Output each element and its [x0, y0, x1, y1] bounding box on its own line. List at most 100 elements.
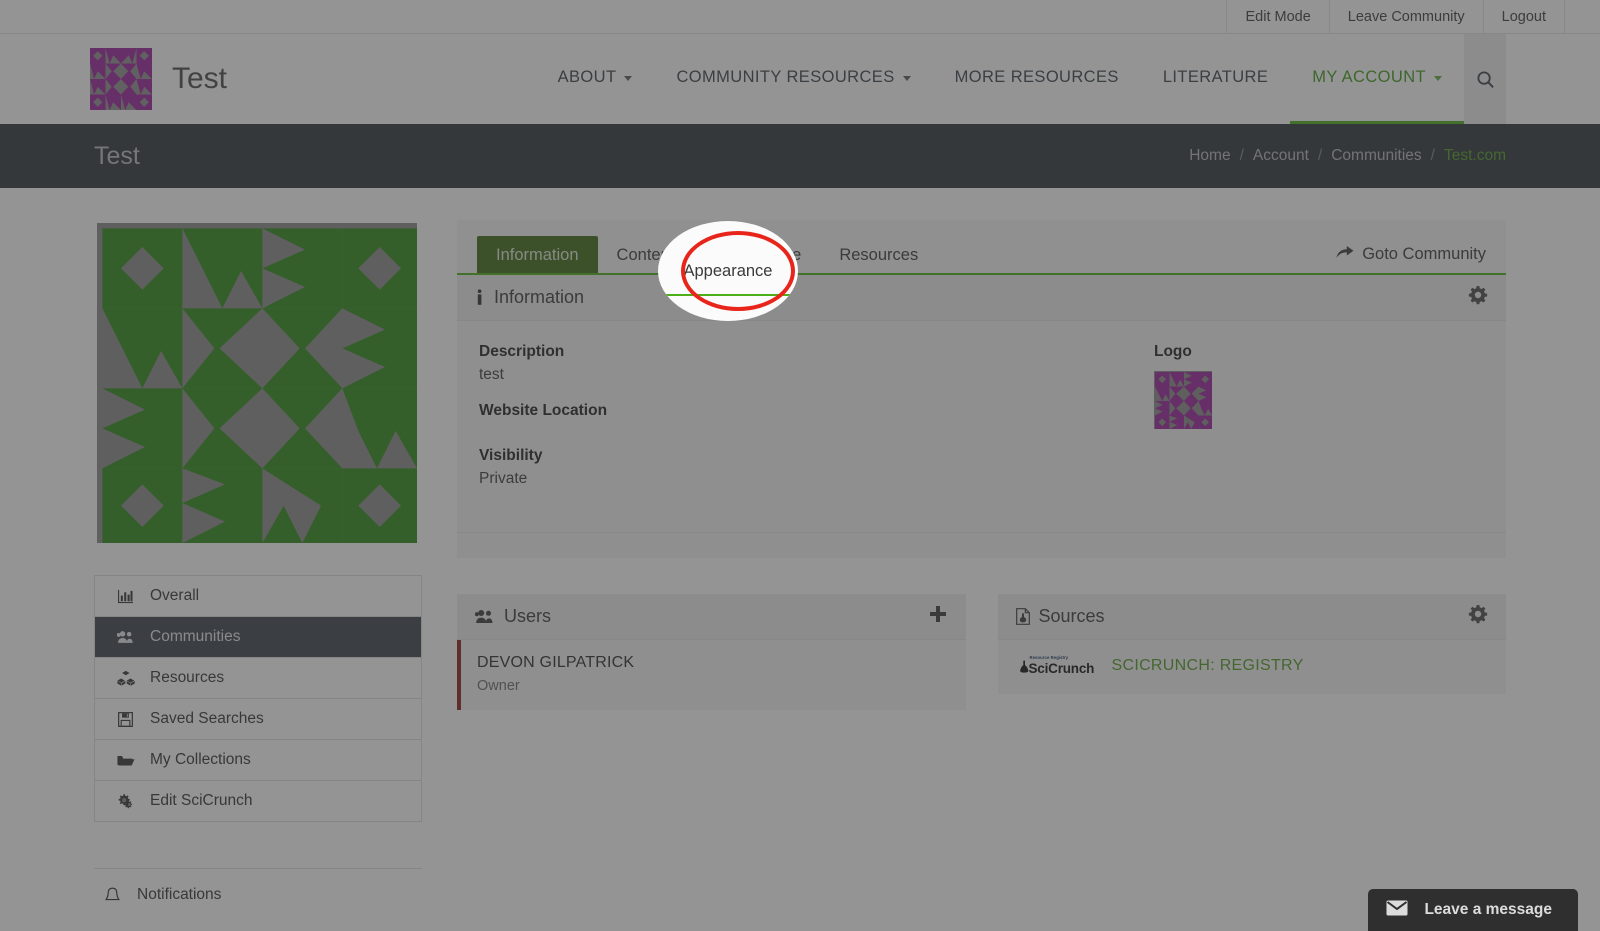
tab-information[interactable]: Information	[477, 236, 598, 273]
breadcrumb-separator: /	[1430, 147, 1435, 164]
user-name: DEVON GILPATRICK	[477, 654, 635, 671]
spotlight-tab-underline	[658, 294, 798, 296]
sidebar-item-my-collections[interactable]: My Collections	[95, 740, 421, 781]
information-panel-footer	[457, 532, 1506, 558]
utility-link-logout[interactable]: Logout	[1482, 0, 1564, 33]
users-icon	[115, 630, 136, 644]
chevron-down-icon	[624, 76, 633, 81]
cubes-icon	[115, 670, 136, 686]
sidebar-item-saved-searches[interactable]: Saved Searches	[95, 699, 421, 740]
nav-item-label: MY ACCOUNT	[1312, 68, 1426, 86]
file-flask-icon	[1015, 608, 1030, 625]
table-row[interactable]: DEVON GILPATRICK Owner	[457, 640, 966, 710]
page-header: Test Home / Account / Communities / Test…	[0, 124, 1600, 188]
breadcrumb-item-current[interactable]: Test.com	[1444, 147, 1506, 165]
goto-community-link[interactable]: Goto Community	[1336, 245, 1486, 273]
information-panel-title: Information	[494, 287, 585, 307]
source-name: SCICRUNCH: REGISTRY	[1111, 657, 1304, 675]
spotlight-highlight: Appearance	[658, 221, 798, 321]
sidebar-item-overall[interactable]: Overall	[95, 576, 421, 617]
folder-open-icon	[115, 753, 136, 767]
utility-link-leave-community[interactable]: Leave Community	[1328, 0, 1483, 33]
information-panel-tools	[1468, 285, 1488, 310]
search-icon[interactable]	[1464, 34, 1506, 124]
masthead: Test ABOUT COMMUNITY RESOURCES MORE RESO…	[0, 34, 1600, 124]
users-icon	[475, 609, 495, 624]
sidebar-item-resources[interactable]: Resources	[95, 658, 421, 699]
sidebar-item-notifications[interactable]: Notifications	[94, 869, 422, 921]
users-panel-title: Users	[504, 606, 552, 626]
nav-item-label: COMMUNITY RESOURCES	[676, 68, 895, 86]
flask-icon	[1019, 660, 1029, 675]
gear-icon[interactable]	[1468, 285, 1488, 310]
sidebar-item-label: Overall	[150, 587, 200, 604]
sources-panel-header: Sources	[997, 594, 1506, 640]
sidebar-item-label: Notifications	[137, 886, 222, 903]
sidebar-menu: Overall Communities Resources Saved Sear…	[94, 575, 422, 822]
sources-panel: Sources Resource Registry SciCrunch SCIC…	[997, 594, 1507, 695]
brand[interactable]: Test	[90, 48, 227, 110]
breadcrumb-separator: /	[1317, 147, 1323, 164]
field-value-website-location	[479, 425, 1154, 431]
nav-item-community-resources[interactable]: COMMUNITY RESOURCES	[654, 34, 932, 124]
page-title: Test	[94, 141, 140, 170]
nav-item-literature[interactable]: LITERATURE	[1141, 34, 1290, 124]
information-fields: Description test Website Location Visibi…	[479, 343, 1154, 506]
sidebar-secondary-menu: Notifications	[94, 868, 422, 921]
table-row[interactable]: Resource Registry SciCrunch SCICRUNCH: R…	[998, 640, 1507, 694]
logo-label: Logo	[1154, 343, 1192, 360]
utility-bar: Edit Mode Leave Community Logout	[0, 0, 1600, 34]
sidebar: Overall Communities Resources Saved Sear…	[94, 220, 422, 921]
share-arrow-icon	[1336, 245, 1354, 264]
bell-icon	[102, 887, 123, 903]
nav-item-about[interactable]: ABOUT	[536, 34, 655, 124]
breadcrumb-separator: /	[1239, 147, 1244, 164]
information-logo-block: Logo	[1154, 343, 1484, 506]
cogs-icon	[115, 793, 136, 809]
identicon-green-icon	[97, 223, 417, 543]
utility-bar-end-spacer	[1564, 0, 1600, 33]
sources-panel-title: Sources	[1038, 606, 1105, 626]
sidebar-item-communities[interactable]: Communities	[95, 617, 421, 658]
scicrunch-logo: Resource Registry SciCrunch	[1019, 655, 1094, 676]
scicrunch-logo-text: SciCrunch	[1028, 661, 1095, 677]
tab-resources[interactable]: Resources	[820, 236, 937, 273]
utility-link-edit-mode[interactable]: Edit Mode	[1226, 0, 1328, 33]
gear-icon[interactable]	[1468, 604, 1488, 629]
body-wrapper: Overall Communities Resources Saved Sear…	[0, 188, 1600, 921]
plus-icon[interactable]	[928, 604, 948, 629]
chat-widget[interactable]: Leave a message	[1368, 889, 1578, 931]
information-panel: Information Description test Website Loc…	[457, 275, 1506, 558]
sidebar-item-label: Resources	[150, 669, 225, 686]
information-grid: Description test Website Location Visibi…	[479, 343, 1484, 506]
field-label-description: Description	[479, 343, 565, 360]
nav-item-my-account[interactable]: MY ACCOUNT	[1290, 34, 1464, 124]
brand-name: Test	[172, 62, 228, 95]
field-label-website-location: Website Location	[479, 402, 608, 419]
scicrunch-logo-wordmark: SciCrunch	[1019, 660, 1094, 676]
identicon-purple-icon	[1154, 371, 1212, 429]
floppy-save-icon	[115, 711, 136, 727]
identicon-purple-icon	[90, 48, 152, 110]
page-root: Edit Mode Leave Community Logout Test AB…	[0, 0, 1600, 931]
breadcrumb-item-account[interactable]: Account	[1253, 147, 1309, 165]
spotlight-target-label: Appearance	[683, 261, 773, 280]
field-label-visibility: Visibility	[479, 447, 543, 464]
user-role: Owner	[477, 678, 520, 694]
breadcrumb: Home / Account / Communities / Test.com	[1189, 147, 1506, 165]
users-panel: Users DEVON GILPATRICK Owner	[457, 594, 966, 710]
field-value-description: test	[479, 366, 504, 383]
information-panel-header: Information	[457, 275, 1506, 321]
chevron-down-icon	[902, 76, 911, 81]
main-content: Information Content Appearance Resources…	[457, 220, 1506, 921]
bar-chart-icon	[115, 589, 136, 604]
breadcrumb-item-communities[interactable]: Communities	[1331, 147, 1421, 165]
sidebar-item-label: My Collections	[150, 751, 251, 768]
main-nav: ABOUT COMMUNITY RESOURCES MORE RESOURCES…	[536, 34, 1506, 124]
nav-item-label: ABOUT	[557, 68, 617, 86]
sources-panel-tools	[1468, 604, 1488, 629]
sidebar-item-edit-scicrunch[interactable]: Edit SciCrunch	[95, 781, 421, 822]
nav-item-more-resources[interactable]: MORE RESOURCES	[933, 34, 1141, 124]
breadcrumb-item-home[interactable]: Home	[1189, 147, 1230, 165]
sidebar-item-label: Saved Searches	[150, 710, 264, 727]
